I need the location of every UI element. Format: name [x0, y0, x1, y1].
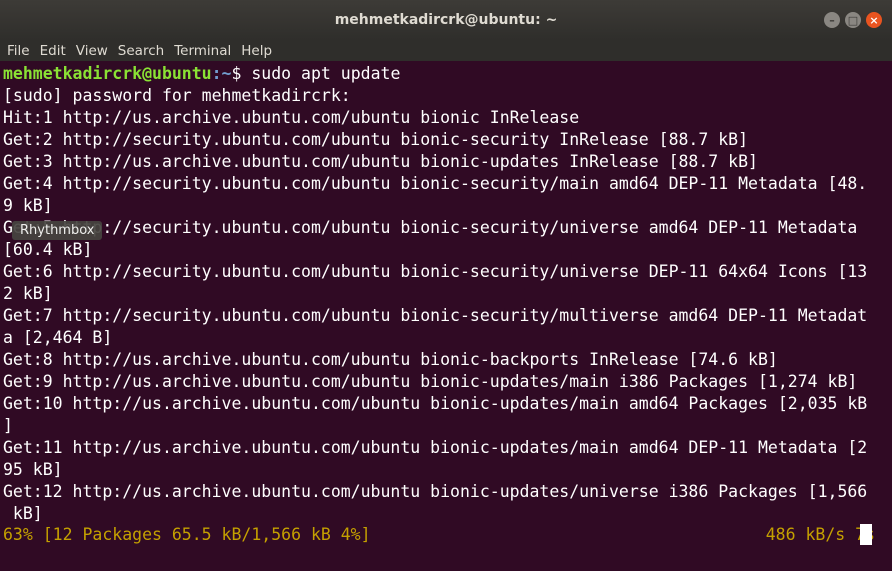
- window-controls: – □ ×: [824, 12, 882, 28]
- output-line: 95 kB]: [3, 460, 63, 479]
- close-button[interactable]: ×: [866, 12, 882, 28]
- menu-terminal[interactable]: Terminal: [174, 43, 231, 59]
- output-line: ]: [3, 416, 13, 435]
- prompt-symbol: $: [231, 64, 252, 83]
- menu-edit[interactable]: Edit: [40, 43, 66, 59]
- text-cursor: [860, 524, 872, 545]
- prompt-command: sudo apt update: [251, 64, 401, 83]
- menu-bar: File Edit View Search Terminal Help: [0, 40, 892, 61]
- rhythmbox-tooltip: Rhythmbox: [12, 221, 103, 240]
- prompt-user: mehmetkadircrk@ubuntu: [3, 64, 212, 83]
- output-line: Get:11 http://us.archive.ubuntu.com/ubun…: [3, 438, 868, 457]
- prompt-path: :~: [211, 64, 232, 83]
- maximize-button[interactable]: □: [845, 12, 861, 28]
- output-line: Get:9 http://us.archive.ubuntu.com/ubunt…: [3, 372, 858, 391]
- window-title: mehmetkadircrk@ubuntu: ~: [334, 12, 558, 28]
- output-line: Get:3 http://us.archive.ubuntu.com/ubunt…: [3, 152, 758, 171]
- terminal-output[interactable]: mehmetkadircrk@ubuntu:~$ sudo apt update…: [0, 63, 892, 571]
- output-line: [sudo] password for mehmetkadircrk:: [3, 86, 351, 105]
- output-line: Get:10 http://us.archive.ubuntu.com/ubun…: [3, 394, 868, 413]
- output-line: Get:12 http://us.archive.ubuntu.com/ubun…: [3, 482, 868, 501]
- prompt-line: mehmetkadircrk@ubuntu:~$ sudo apt update: [3, 63, 400, 85]
- output-line: Get:5 http://security.ubuntu.com/ubuntu …: [3, 218, 858, 237]
- output-line: Get:7 http://security.ubuntu.com/ubuntu …: [3, 306, 868, 325]
- output-line: 2 kB]: [3, 284, 53, 303]
- output-line: Hit:1 http://us.archive.ubuntu.com/ubunt…: [3, 108, 580, 127]
- output-line: Get:6 http://security.ubuntu.com/ubuntu …: [3, 262, 868, 281]
- output-line: Get:4 http://security.ubuntu.com/ubuntu …: [3, 174, 868, 193]
- progress-status: 63% [12 Packages 65.5 kB/1,566 kB 4%]: [3, 525, 371, 544]
- menu-view[interactable]: View: [76, 43, 108, 59]
- progress-speed: 486 kB/s 7s: [765, 525, 875, 544]
- output-line: a [2,464 B]: [3, 328, 113, 347]
- output-line: kB]: [3, 504, 43, 523]
- output-line: [60.4 kB]: [3, 240, 93, 259]
- title-bar[interactable]: mehmetkadircrk@ubuntu: ~ – □ ×: [0, 0, 892, 40]
- output-line: Get:2 http://security.ubuntu.com/ubuntu …: [3, 130, 749, 149]
- minimize-button[interactable]: –: [824, 12, 840, 28]
- menu-help[interactable]: Help: [241, 43, 272, 59]
- menu-search[interactable]: Search: [118, 43, 164, 59]
- menu-file[interactable]: File: [7, 43, 30, 59]
- output-line: 9 kB]: [3, 196, 53, 215]
- output-line: Get:8 http://us.archive.ubuntu.com/ubunt…: [3, 350, 778, 369]
